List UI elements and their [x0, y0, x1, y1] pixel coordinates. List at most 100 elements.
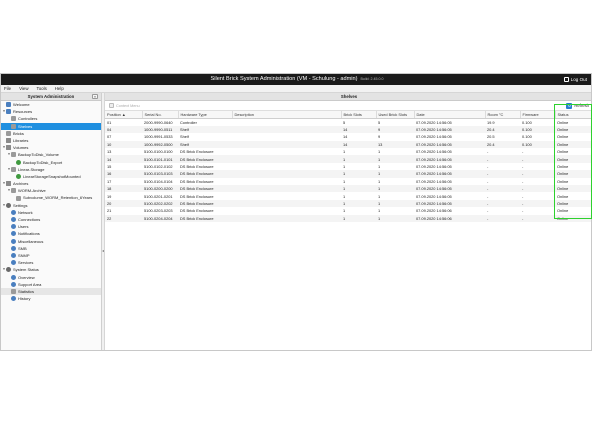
table-row[interactable]: 18 5100-0200-0200 DS Brick Enclosure 1 1 07.0…	[105, 185, 591, 193]
sidebar-item-label: Libraries	[13, 137, 29, 143]
sidebar-item[interactable]: ▾ Resources	[1, 108, 101, 115]
column-header[interactable]: Date	[414, 111, 486, 119]
node-icon	[11, 296, 16, 302]
table-cell: 2000-9990-0640	[144, 119, 173, 125]
sidebar-item[interactable]: Connections	[1, 216, 101, 223]
table-cell: 1	[376, 185, 414, 193]
table-cell: 1	[378, 164, 381, 170]
sidebar-item[interactable]: Overview	[1, 274, 101, 281]
sidebar-item[interactable]: ▾ System Status	[1, 266, 101, 273]
table-row[interactable]: 01 2000-9990-0640 Controller 5 5 07.09.2020 1…	[105, 119, 591, 126]
column-header[interactable]: Used Brick Slots	[376, 111, 415, 119]
menu-help[interactable]: Help	[55, 85, 64, 92]
table-cell: 5100-0100-0100	[144, 149, 173, 155]
table-row[interactable]: 17 5100-0104-0104 DS Brick Enclosure 1 1 07.0…	[105, 178, 591, 185]
table-row[interactable]: 16 5100-0103-0103 DS Brick Enclosure 1 1 07.0…	[105, 170, 591, 178]
menu-tools[interactable]: Tools	[37, 85, 47, 92]
sidebar-item-label: Statistics	[18, 288, 35, 294]
sidebar-item-label: Welcome	[13, 102, 30, 107]
table-cell: 0.100	[522, 119, 532, 125]
table-row[interactable]: 20 5100-0202-0202 DS Brick Enclosure 1 1 07.0…	[105, 199, 591, 208]
column-header[interactable]: Brick Slots	[341, 111, 377, 119]
sidebar-item-label: LinearStorageSnapshotMounted	[23, 173, 81, 179]
node-icon	[11, 166, 16, 172]
sidebar-item-label: Volumes	[13, 145, 29, 151]
sidebar-item[interactable]: Bricks	[1, 130, 101, 137]
navigation-tree: Welcome ▾ Resources Controllers Shelves Brick…	[1, 101, 101, 302]
sidebar-item[interactable]: Network	[1, 209, 101, 216]
table-body: 01 2000-9990-0640 Controller 5 5 07.09.2020 1…	[105, 119, 591, 222]
sidebar-item[interactable]: Notifications	[1, 230, 101, 237]
table-cell: 1	[378, 208, 381, 214]
sidebar-item[interactable]: Miscellaneous	[1, 238, 101, 245]
table-row[interactable]: 21 5100-0203-0203 DS Brick Enclosure 1 1 07.0…	[105, 207, 591, 214]
panel-title: Shelves	[105, 93, 591, 101]
table-cell	[232, 214, 341, 222]
table-row[interactable]: 19 5100-0201-0201 DS Brick Enclosure 1 1 07.0…	[105, 192, 591, 199]
table-cell: 16	[105, 170, 142, 178]
sidebar-item[interactable]: Statistics	[1, 287, 101, 296]
table-cell: 07.09.2020 14:56:05	[416, 134, 452, 140]
sidebar-item[interactable]: ▾ Volumes	[1, 144, 101, 151]
column-header[interactable]: Serial No.	[142, 111, 179, 119]
sidebar-item[interactable]: Support Area	[1, 281, 101, 288]
menu-file[interactable]: File	[4, 85, 11, 92]
sidebar-item[interactable]: ▾ BackupToDisk_Volume	[1, 151, 101, 158]
sidebar-item[interactable]: SMB	[1, 245, 101, 252]
table-row[interactable]: 22 5100-0204-0204 DS Brick Enclosure 1 1 07.0…	[105, 214, 591, 222]
sidebar-item[interactable]: Welcome	[1, 101, 101, 108]
table-cell: 07.09.2020 14:56:05	[416, 164, 452, 170]
table-cell: -	[485, 199, 520, 208]
sidebar-item[interactable]: History	[1, 295, 101, 302]
table-cell: 5100-0204-0204	[142, 214, 178, 222]
node-icon	[11, 260, 16, 266]
table-row[interactable]: 10 1000-9992-0500 Shelf 14 13 07.09.2020 14:5…	[105, 140, 591, 149]
sidebar-header: System Administration «	[1, 93, 101, 101]
column-header[interactable]: Position ▲	[105, 111, 143, 119]
column-header[interactable]: Description	[232, 111, 342, 119]
node-icon	[11, 209, 16, 215]
sidebar-item[interactable]: LinearStorageSnapshotMounted	[1, 173, 101, 180]
menu-view[interactable]: View	[19, 85, 28, 92]
table-cell: 19	[107, 193, 112, 199]
table-cell: -	[485, 214, 520, 222]
table-cell: 18	[105, 185, 142, 193]
table-cell: 0.100	[522, 134, 532, 140]
sidebar-item[interactable]: ▾ Settings	[1, 202, 101, 209]
sidebar-item-label: Network	[18, 209, 33, 215]
column-header[interactable]: Room °C	[485, 111, 521, 119]
table-cell: 17	[107, 178, 112, 184]
column-header[interactable]: Hardware Type	[178, 111, 233, 119]
sidebar-item[interactable]: Controllers	[1, 115, 101, 122]
table-row[interactable]: 14 5100-0101-0101 DS Brick Enclosure 1 1 07.0…	[105, 155, 591, 163]
table-row[interactable]: 13 5100-0100-0100 DS Brick Enclosure 1 1 07.0…	[105, 148, 591, 155]
sidebar-item[interactable]: Users	[1, 223, 101, 230]
table-row[interactable]: 07 1000-9991-0533 Shelf 14 9 07.09.2020 14:56…	[105, 133, 591, 140]
node-icon	[11, 152, 16, 158]
logout-button[interactable]: Log Out	[563, 74, 587, 85]
node-icon	[16, 173, 21, 179]
table-cell: -	[485, 170, 520, 178]
table-cell: 15	[107, 164, 112, 170]
table-cell	[232, 178, 341, 185]
table-cell: 07.09.2020 14:56:05	[414, 125, 485, 134]
table-row[interactable]: 04 1000-9990-0511 Shelf 14 9 07.09.2020 14:56…	[105, 125, 591, 134]
sidebar-item[interactable]: ▾ Archives	[1, 180, 101, 187]
table-row[interactable]: 15 5100-0102-0102 DS Brick Enclosure 1 1 07.0…	[105, 163, 591, 170]
sidebar-item[interactable]: ▾ WORM-Archive	[1, 187, 101, 194]
sidebar-item[interactable]: ▾ Linear-Storage	[1, 166, 101, 173]
sidebar-item[interactable]: Subvolume_WORM_Retention_6Years	[1, 194, 101, 201]
sidebar-item[interactable]: Shelves	[1, 122, 101, 130]
chevron-left-icon[interactable]: «	[92, 94, 98, 99]
table-cell: 20.4	[485, 140, 520, 149]
sidebar-item[interactable]: Services	[1, 259, 101, 266]
sidebar-item[interactable]: SNMP	[1, 252, 101, 259]
collapse-arrow-icon[interactable]: ◂	[102, 248, 104, 253]
column-header[interactable]: Firmware	[520, 111, 556, 119]
sidebar-item[interactable]: BackupToDisk_Export	[1, 159, 101, 166]
table-cell: 1	[376, 214, 414, 222]
table-cell: DS Brick Enclosure	[180, 193, 214, 199]
context-menu-button[interactable]: Context Menu	[109, 103, 140, 108]
table-cell	[232, 192, 341, 199]
sidebar-item[interactable]: Libraries	[1, 137, 101, 144]
